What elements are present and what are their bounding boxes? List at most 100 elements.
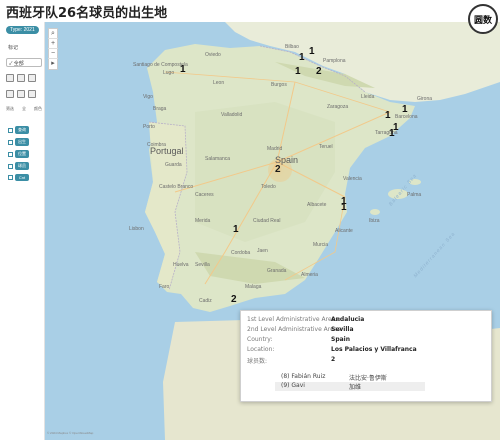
city-label: Almeria bbox=[301, 272, 318, 278]
legend-item[interactable]: 出生 bbox=[8, 138, 29, 146]
brand-logo: 圆数 bbox=[468, 4, 498, 34]
type-filter-pill[interactable]: Type: 2021 bbox=[6, 26, 39, 34]
player-name-cn: 法比安·鲁伊斯 bbox=[349, 375, 387, 382]
player-count-marker[interactable]: 1 bbox=[180, 64, 186, 75]
player-name-cn: 加维 bbox=[349, 384, 362, 391]
legend-item-label: 出生 bbox=[15, 138, 29, 146]
city-label: Jaen bbox=[257, 248, 268, 254]
checkbox-icon[interactable] bbox=[8, 127, 13, 133]
city-label: Vigo bbox=[143, 94, 153, 100]
title-bar: 西班牙队26名球员的出生地 bbox=[0, 0, 500, 22]
tooltip-key: Country: bbox=[247, 336, 273, 343]
checkbox-icon[interactable] bbox=[8, 175, 13, 180]
city-label: Burgos bbox=[271, 82, 287, 88]
city-label: Alicante bbox=[335, 228, 353, 234]
tooltip-value: Spain bbox=[331, 336, 350, 343]
city-label: Malaga bbox=[245, 284, 262, 290]
tool-labels: 筛选 全 颜色 bbox=[6, 106, 42, 112]
checkbox-icon[interactable] bbox=[8, 139, 13, 145]
player-count-marker[interactable]: 1 bbox=[309, 46, 315, 57]
map-search-icon[interactable]: ⌕ bbox=[48, 29, 58, 39]
city-label: Porto bbox=[143, 124, 155, 130]
city-label: Granada bbox=[267, 268, 287, 274]
tooltip-row: 2nd Level Administrative Areas: Sevilla bbox=[247, 326, 487, 335]
city-label: Lugo bbox=[163, 70, 175, 76]
city-label: Leon bbox=[213, 80, 225, 86]
player-count-marker[interactable]: 1 bbox=[402, 104, 408, 115]
map-controls: ⌕ + − ▸ bbox=[48, 28, 58, 70]
filter-icon[interactable] bbox=[6, 74, 14, 82]
tooltip-value: 2 bbox=[331, 356, 336, 363]
city-label: Cadiz bbox=[199, 298, 212, 304]
player-count-marker[interactable]: 1 bbox=[341, 196, 347, 207]
tooltip-row: Country: Spain bbox=[247, 336, 487, 345]
player-count-marker[interactable]: 2 bbox=[316, 66, 322, 77]
tooltip-player-row: (9) Gavi 加维 bbox=[275, 382, 425, 391]
tool-label: 颜色 bbox=[34, 106, 42, 111]
legend-item[interactable]: 球员 bbox=[8, 162, 29, 170]
tool-row-2 bbox=[6, 90, 42, 99]
city-label: Albacete bbox=[307, 202, 327, 208]
tool-label: 全 bbox=[22, 106, 26, 111]
legend-item[interactable]: 位置 bbox=[8, 150, 29, 158]
label-icon[interactable] bbox=[17, 90, 25, 98]
zoom-out-button[interactable]: − bbox=[48, 49, 58, 59]
legend-item-label: Cnt bbox=[15, 174, 29, 181]
player-count-marker-highlight[interactable]: 2 bbox=[275, 164, 281, 175]
tooltip-value: Los Palacios y Villafranca bbox=[331, 346, 417, 353]
legend-item-label: 球员 bbox=[15, 162, 29, 170]
side-panel: Type: 2021 标记 ✓ 全部 筛选 全 颜色 查询 出生 位置 球员 C… bbox=[0, 22, 45, 440]
player-count-marker[interactable]: 1 bbox=[299, 52, 305, 63]
tooltip-key: 球员数: bbox=[247, 358, 268, 365]
legend-item[interactable]: 查询 bbox=[8, 126, 29, 134]
legend-title: 标记 bbox=[8, 45, 19, 51]
legend-item[interactable]: Cnt bbox=[8, 174, 29, 181]
pan-tool-icon[interactable]: ▸ bbox=[48, 59, 58, 69]
player-name: (9) Gavi bbox=[281, 382, 305, 389]
player-count-marker[interactable]: 1 bbox=[233, 224, 239, 235]
city-label: Sevilla bbox=[195, 262, 210, 268]
tooltip-key: 2nd Level Administrative Areas: bbox=[247, 326, 343, 333]
city-label: Cordoba bbox=[231, 250, 251, 256]
city-label: Castelo Branco bbox=[159, 184, 194, 190]
city-label: Bilbao bbox=[285, 44, 299, 50]
location-tooltip: 1st Level Administrative Areas: Andaluci… bbox=[240, 310, 492, 402]
player-count-marker[interactable]: 1 bbox=[389, 128, 395, 139]
checkbox-icon[interactable] bbox=[8, 151, 13, 157]
tooltip-value: Sevilla bbox=[331, 326, 354, 333]
mark-select[interactable]: ✓ 全部 bbox=[6, 58, 42, 67]
grid-icon[interactable] bbox=[17, 74, 25, 82]
tooltip-row: 球员数: 2 bbox=[247, 356, 487, 365]
tooltip-value: Andalucia bbox=[331, 316, 365, 323]
city-label: Girona bbox=[417, 96, 433, 102]
city-label: Murcia bbox=[313, 242, 329, 248]
city-label: Caceres bbox=[195, 192, 214, 198]
city-label: Merida bbox=[195, 218, 211, 224]
tool-label: 筛选 bbox=[6, 106, 14, 111]
tooltip-key: Location: bbox=[247, 346, 275, 353]
checkbox-icon[interactable] bbox=[8, 163, 13, 169]
size-icon[interactable] bbox=[6, 90, 14, 98]
tooltip-row: Location: Los Palacios y Villafranca bbox=[247, 346, 487, 355]
city-label: Palma bbox=[407, 192, 422, 198]
player-count-marker[interactable]: 1 bbox=[295, 66, 301, 77]
city-label: Lleida bbox=[361, 94, 375, 100]
city-label: Valencia bbox=[343, 176, 362, 182]
city-label: Ibiza bbox=[369, 218, 380, 224]
map-attribution[interactable]: © 2024 Mapbox © OpenStreetMap bbox=[47, 431, 93, 435]
city-label: Toledo bbox=[261, 184, 276, 190]
city-label: Faro bbox=[159, 284, 170, 290]
city-label: Valladolid bbox=[221, 112, 243, 118]
player-name: (8) Fabián Ruiz bbox=[281, 373, 326, 380]
city-label: Salamanca bbox=[205, 156, 231, 162]
zoom-in-button[interactable]: + bbox=[48, 39, 58, 49]
tooltip-row: 1st Level Administrative Areas: Andaluci… bbox=[247, 316, 487, 325]
detail-icon[interactable] bbox=[28, 90, 36, 98]
dashboard: 西班牙队26名球员的出生地 圆数 Type: 2021 标记 ✓ 全部 筛选 全… bbox=[0, 0, 500, 440]
tooltip-player-list: (8) Fabián Ruiz 法比安·鲁伊斯 (9) Gavi 加维 bbox=[275, 373, 425, 391]
palette-icon[interactable] bbox=[28, 74, 36, 82]
city-label: Coimbra bbox=[147, 142, 166, 148]
player-count-marker[interactable]: 1 bbox=[385, 110, 391, 121]
city-label: Madrid bbox=[267, 146, 283, 152]
player-count-marker[interactable]: 2 bbox=[231, 294, 237, 305]
